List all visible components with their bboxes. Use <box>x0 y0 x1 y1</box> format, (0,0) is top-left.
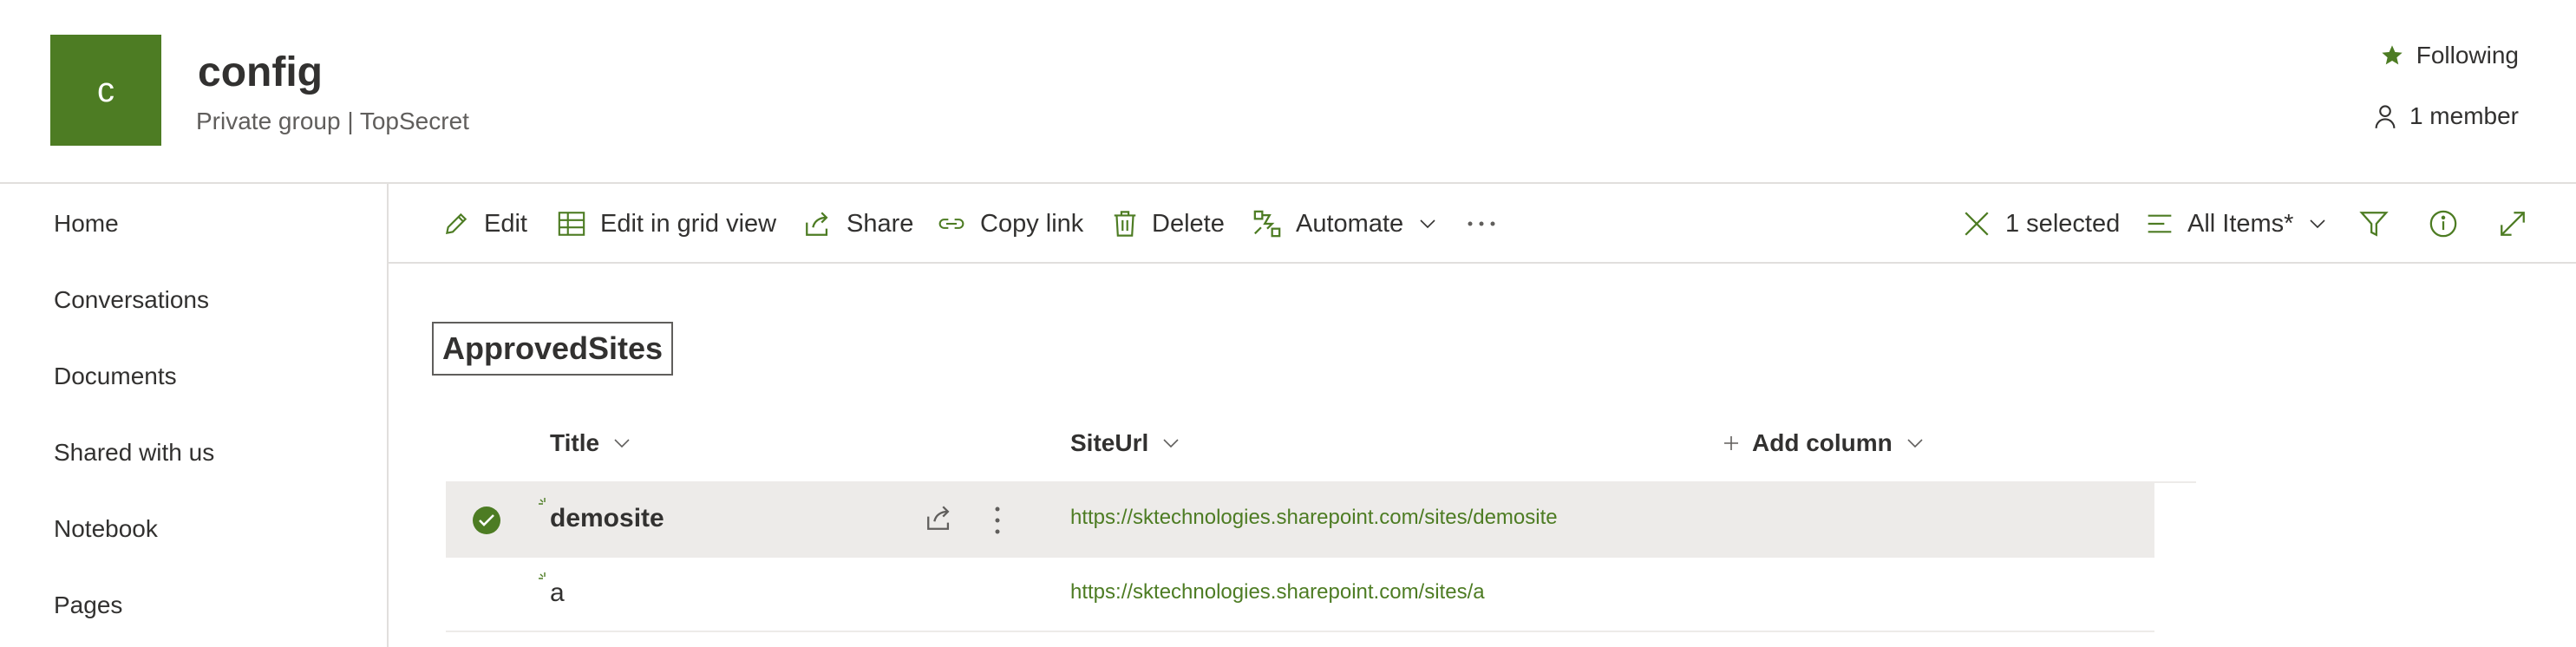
site-subtitle: Private group | TopSecret <box>196 108 469 134</box>
row-title[interactable]: demosite <box>550 504 664 533</box>
view-label: All Items* <box>2187 209 2294 238</box>
site-title[interactable]: config <box>198 49 323 96</box>
list-title[interactable]: ApprovedSites <box>432 322 673 376</box>
column-siteurl-label: SiteUrl <box>1070 429 1149 456</box>
row-siteurl-link[interactable]: https://sktechnologies.sharepoint.com/si… <box>1070 580 1485 605</box>
copy-link-button[interactable]: Copy link <box>937 203 1083 245</box>
copy-link-label: Copy link <box>980 209 1084 238</box>
person-icon <box>2373 103 2397 129</box>
left-navigation: Home Conversations Documents Shared with… <box>0 184 389 647</box>
edit-label: Edit <box>484 209 527 238</box>
share-button[interactable]: Share <box>803 203 913 245</box>
view-selector[interactable]: All Items* <box>2146 203 2328 245</box>
members-button[interactable]: 1 member <box>2373 102 2519 130</box>
edit-icon <box>442 210 470 238</box>
filter-icon <box>2359 209 2389 239</box>
following-button[interactable]: Following <box>2380 42 2519 69</box>
members-label: 1 member <box>2409 102 2519 129</box>
more-vertical-icon[interactable] <box>994 506 1001 535</box>
nav-item-notebook[interactable]: Notebook <box>54 515 158 543</box>
add-column-button[interactable]: Add column <box>1723 429 1925 457</box>
nav-item-conversations[interactable]: Conversations <box>54 286 209 314</box>
filter-button[interactable] <box>2359 203 2389 245</box>
delete-button[interactable]: Delete <box>1112 203 1225 245</box>
expand-icon <box>2498 209 2527 239</box>
edit-grid-view-button[interactable]: Edit in grid view <box>557 203 776 245</box>
row-title[interactable]: a <box>550 578 565 608</box>
chevron-down-icon <box>1905 433 1925 454</box>
list-row[interactable]: a https://sktechnologies.sharepoint.com/… <box>446 558 2154 632</box>
more-actions-button[interactable] <box>1466 203 1497 245</box>
star-icon <box>2380 43 2404 68</box>
delete-label: Delete <box>1152 209 1225 238</box>
link-icon <box>937 212 966 236</box>
list-row[interactable]: demosite https://sktechnologies.sharepoi… <box>446 483 2154 558</box>
site-header: c config Private group | TopSecret Follo… <box>0 0 2576 184</box>
edit-grid-view-label: Edit in grid view <box>600 209 777 238</box>
delete-icon <box>1112 209 1138 239</box>
column-header-title[interactable]: Title <box>550 429 632 457</box>
chevron-down-icon <box>611 433 632 454</box>
edit-button[interactable]: Edit <box>442 203 527 245</box>
plus-icon <box>1723 435 1740 452</box>
command-bar: Edit Edit in grid view Share Copy link D… <box>389 184 2576 264</box>
nav-item-pages[interactable]: Pages <box>54 591 122 619</box>
share-icon <box>803 210 833 238</box>
info-button[interactable] <box>2429 203 2458 245</box>
column-title-label: Title <box>550 429 600 456</box>
chevron-down-icon <box>2307 213 2328 234</box>
chevron-down-icon <box>1161 433 1181 454</box>
row-siteurl-link[interactable]: https://sktechnologies.sharepoint.com/si… <box>1070 506 1558 530</box>
add-column-label: Add column <box>1752 429 1893 456</box>
nav-item-documents[interactable]: Documents <box>54 363 177 390</box>
following-label: Following <box>2416 42 2519 69</box>
selected-count-label: 1 selected <box>2005 209 2121 238</box>
automate-button[interactable]: Automate <box>1252 203 1438 245</box>
expand-button[interactable] <box>2498 203 2527 245</box>
automate-label: Automate <box>1296 209 1404 238</box>
share-icon[interactable] <box>925 504 954 532</box>
check-circle-icon[interactable] <box>472 506 501 535</box>
view-lines-icon <box>2146 212 2174 236</box>
close-icon <box>1962 209 1991 239</box>
grid-icon <box>557 210 586 238</box>
nav-item-shared-with-us[interactable]: Shared with us <box>54 439 214 467</box>
nav-item-home[interactable]: Home <box>54 210 119 238</box>
group-logo[interactable]: c <box>50 35 161 146</box>
more-icon <box>1466 220 1497 227</box>
clear-selection-button[interactable]: 1 selected <box>1962 203 2120 245</box>
column-header-siteurl[interactable]: SiteUrl <box>1070 429 1181 457</box>
info-icon <box>2429 209 2458 239</box>
automate-icon <box>1252 209 1282 239</box>
share-label: Share <box>847 209 914 238</box>
chevron-down-icon <box>1417 213 1438 234</box>
